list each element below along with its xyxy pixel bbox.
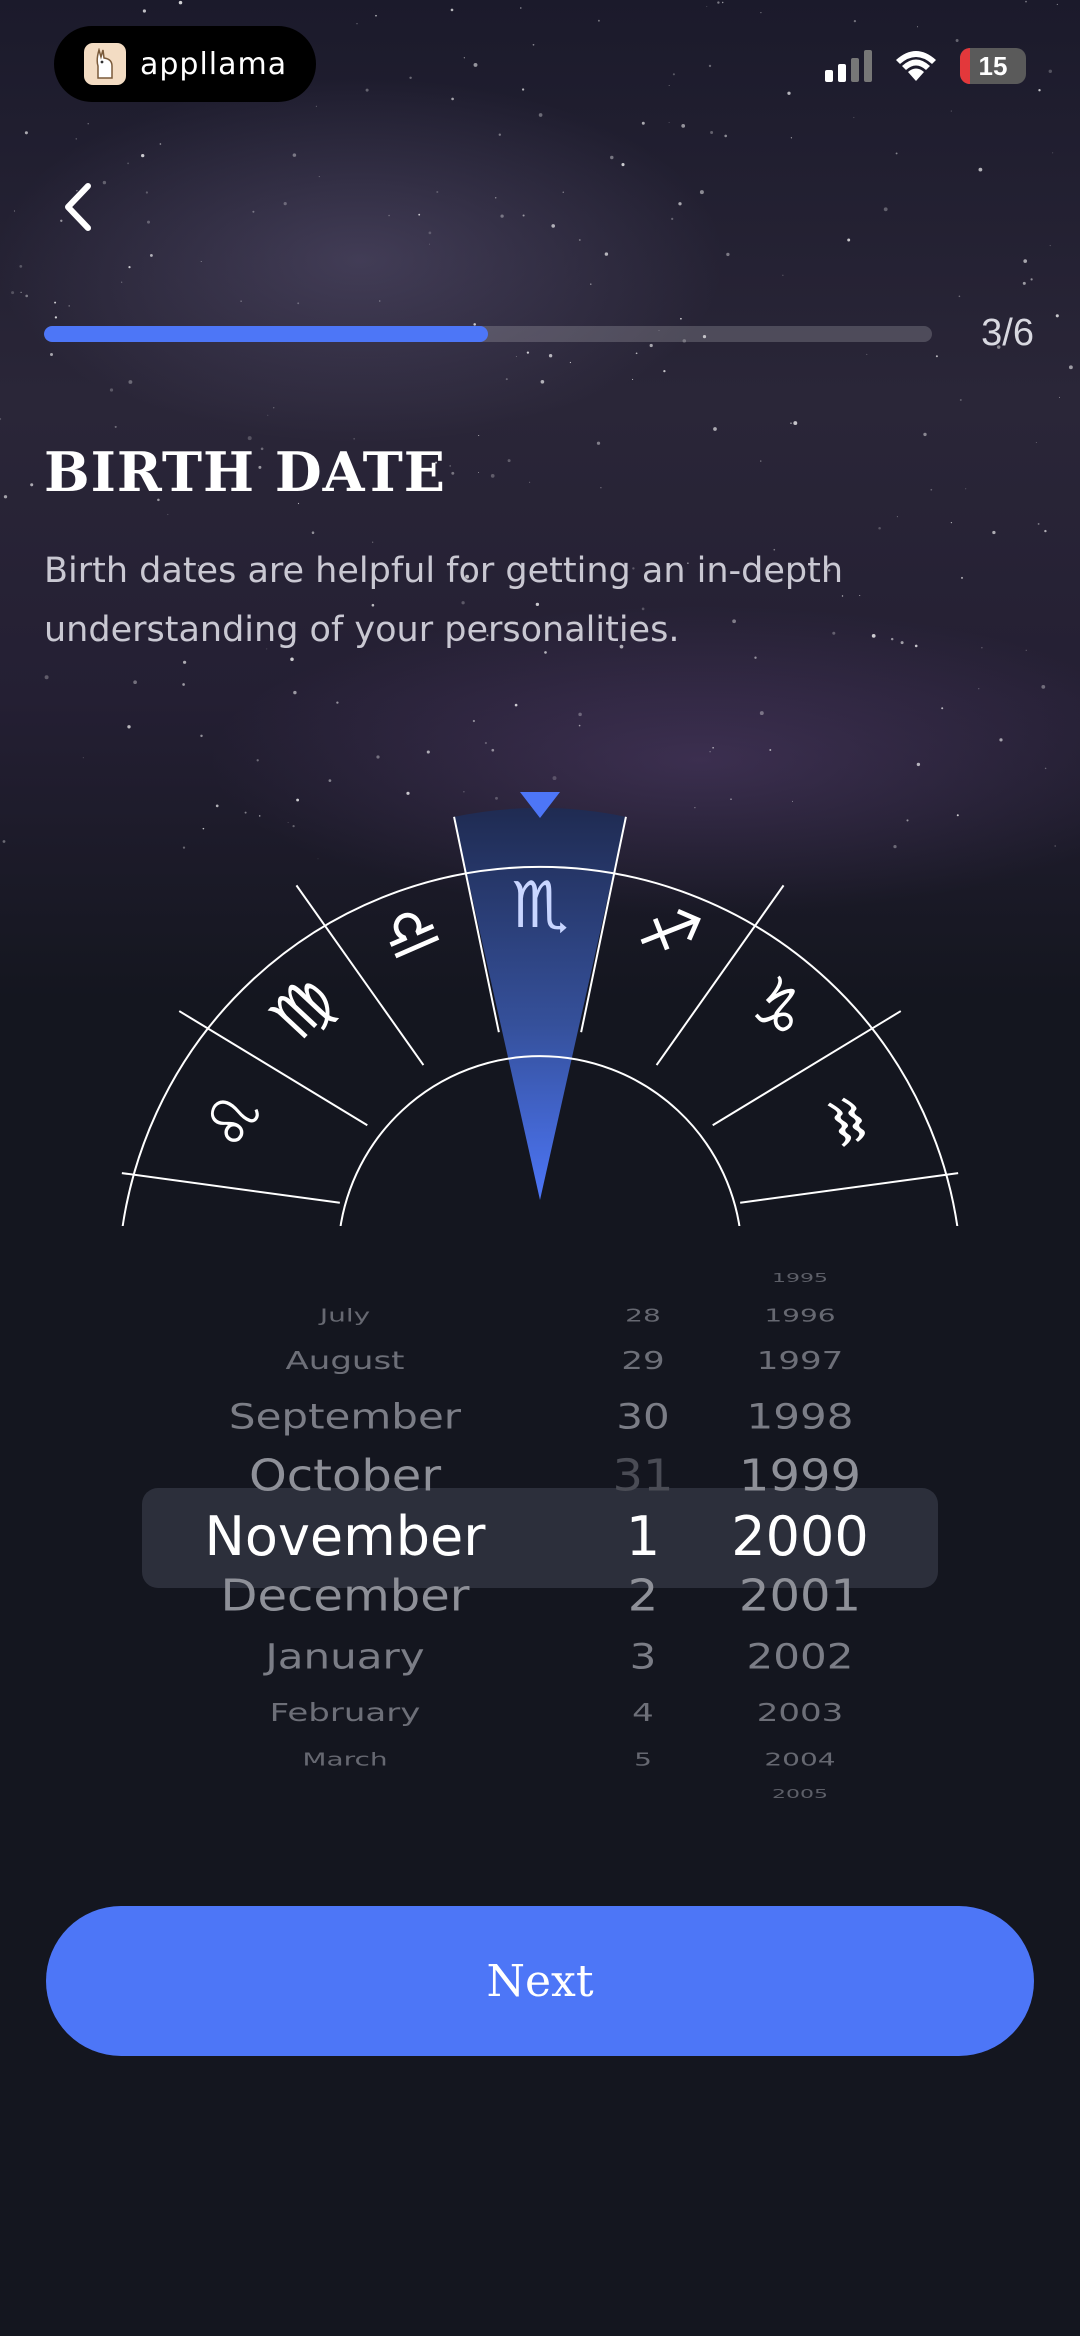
picker-day-item[interactable]: 4	[632, 1698, 654, 1727]
picker-year-item[interactable]: 1999	[739, 1451, 861, 1502]
picker-day-item[interactable]: 1	[626, 1505, 660, 1568]
battery-level	[960, 48, 970, 84]
wheel-base-mask	[0, 1226, 1080, 1240]
picker-month-item[interactable]: November	[205, 1505, 486, 1568]
cellular-signal-icon	[825, 50, 872, 82]
picker-year-item[interactable]: 2005	[772, 1788, 828, 1800]
picker-month-item[interactable]: February	[270, 1698, 421, 1727]
next-button[interactable]: Next	[46, 1906, 1034, 2056]
wifi-icon	[896, 51, 936, 81]
picker-day-item[interactable]: 29	[621, 1346, 664, 1375]
status-icons: 15	[825, 48, 1026, 84]
zodiac-sign-icon[interactable]: ♍	[256, 963, 349, 1055]
battery-icon: 15	[960, 48, 1026, 84]
back-button[interactable]	[54, 180, 104, 234]
picker-year-item[interactable]: 2003	[757, 1698, 844, 1727]
page-title: BIRTH DATE	[44, 440, 446, 504]
llama-logo-icon	[84, 43, 126, 85]
zodiac-sign-icon[interactable]: ♑	[730, 963, 823, 1055]
picker-year-item[interactable]: 2000	[731, 1505, 868, 1568]
picker-year-item[interactable]: 2001	[739, 1571, 861, 1622]
picker-month-item[interactable]: August	[286, 1346, 405, 1375]
chevron-left-icon	[65, 183, 91, 231]
picker-month-item[interactable]: July	[320, 1305, 370, 1326]
picker-day-item[interactable]: 2	[628, 1571, 659, 1622]
picker-month-item[interactable]: October	[249, 1451, 441, 1502]
picker-year-item[interactable]: 1997	[757, 1346, 844, 1375]
picker-year-item[interactable]: 1995	[772, 1272, 828, 1286]
picker-day-item[interactable]: 28	[625, 1305, 661, 1326]
picker-day-item[interactable]: 31	[612, 1451, 673, 1502]
battery-percent: 15	[978, 50, 1008, 81]
picker-day-item[interactable]: 30	[616, 1396, 669, 1436]
picker-year-item[interactable]: 1998	[747, 1396, 854, 1436]
picker-day-item[interactable]: 3	[630, 1636, 657, 1676]
picker-month-item[interactable]: December	[221, 1571, 470, 1622]
moon-icon	[660, 150, 751, 289]
progress-bar-fill	[44, 326, 488, 342]
picker-day-item[interactable]: 5	[634, 1749, 652, 1770]
battery-indicator: 15	[960, 48, 1026, 84]
zodiac-wheel[interactable]: ♋♌♍♎♏♐♑♒	[0, 780, 1080, 1240]
page-description: Birth dates are helpful for getting an i…	[44, 551, 844, 650]
zodiac-sign-icon[interactable]: ♒	[801, 1082, 890, 1161]
zodiac-sign-icon[interactable]: ♎	[370, 888, 452, 979]
progress-step-label: 3/6	[981, 312, 1034, 354]
date-picker[interactable]: July August September October November Decemb…	[0, 1270, 1080, 1800]
picker-month-item[interactable]: March	[302, 1749, 387, 1770]
picker-year-item[interactable]: 2004	[764, 1749, 835, 1770]
zodiac-sign-icon[interactable]: ♏	[511, 869, 568, 943]
zodiac-sign-icon[interactable]: ♐	[628, 888, 710, 979]
zodiac-sign-icon[interactable]: ♌	[190, 1082, 279, 1161]
picker-month-item[interactable]: September	[229, 1396, 461, 1436]
app-name-label: appllama	[140, 46, 288, 82]
picker-year-item[interactable]: 2002	[747, 1636, 854, 1676]
picker-month-item[interactable]: January	[265, 1636, 424, 1676]
app-indicator-pill: appllama	[54, 26, 316, 102]
progress-bar	[44, 326, 932, 342]
picker-year-item[interactable]: 1996	[764, 1305, 835, 1326]
wheel-divider	[740, 1172, 959, 1204]
wheel-divider	[121, 1172, 340, 1204]
